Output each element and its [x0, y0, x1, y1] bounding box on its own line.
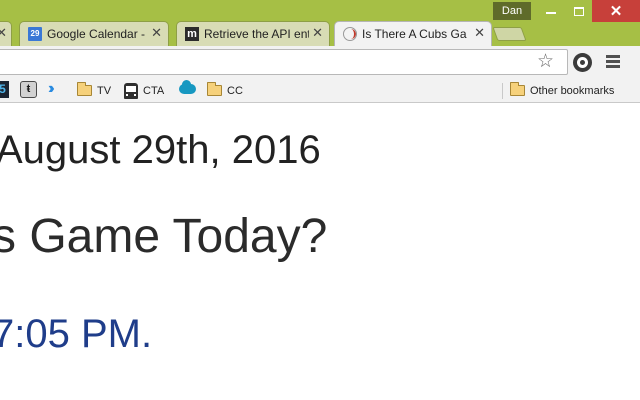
bookmark-label: TV — [97, 84, 112, 97]
page-content: August 29th, 2016 s Game Today? 7:05 PM. — [0, 104, 640, 400]
calendar-icon: 29 — [28, 27, 42, 41]
close-window-button[interactable]: ✕ — [592, 0, 640, 22]
tab-close-icon[interactable]: ✕ — [312, 26, 323, 40]
profile-button[interactable]: Dan — [493, 2, 531, 20]
m-logo-icon: m — [185, 27, 199, 41]
tab-title: Retrieve the API ent — [204, 27, 309, 41]
tab-title: Is There A Cubs Gar — [362, 27, 467, 41]
bus-icon — [124, 82, 138, 99]
minimize-icon — [546, 12, 556, 14]
tab-cubs-game[interactable]: Is There A Cubs Gar ✕ — [334, 21, 492, 46]
maximize-button[interactable] — [566, 0, 592, 22]
bookmark-label: CTA — [143, 84, 165, 97]
address-bar[interactable]: ☆ — [0, 49, 568, 75]
bookmark-cta[interactable]: CTA — [124, 82, 164, 99]
chevrons-icon[interactable]: ›› — [48, 80, 54, 98]
star-icon[interactable]: ☆ — [537, 52, 554, 72]
tab-close-icon[interactable]: ✕ — [0, 26, 7, 40]
close-icon: ✕ — [609, 2, 623, 20]
baseball-icon — [343, 27, 357, 41]
menu-icon[interactable] — [606, 55, 620, 68]
app-icon[interactable]: 5 — [0, 81, 9, 98]
game-time: 7:05 PM. — [0, 312, 153, 356]
new-tab-button[interactable] — [492, 27, 527, 41]
page-question: s Game Today? — [0, 210, 328, 263]
bookmarks-separator — [502, 83, 503, 99]
tab-retrieve-api[interactable]: m Retrieve the API ent ✕ — [176, 21, 330, 46]
folder-icon — [77, 82, 92, 96]
folder-icon — [207, 82, 222, 96]
tab-partial[interactable]: ✕ — [0, 21, 12, 46]
title-bar: Dan ✕ ✕ 29 Google Calendar - W ✕ m Retri… — [0, 0, 640, 46]
tab-title: Google Calendar - W — [47, 27, 147, 41]
tab-google-calendar[interactable]: 29 Google Calendar - W ✕ — [19, 21, 169, 46]
bookmark-cc[interactable]: CC — [207, 82, 243, 99]
maximize-icon — [574, 6, 584, 16]
bookmark-label: CC — [227, 84, 243, 97]
folder-icon — [510, 82, 525, 96]
page-date: August 29th, 2016 — [0, 128, 321, 172]
bookmark-tv[interactable]: TV — [77, 82, 111, 99]
bookmark-label: Other bookmarks — [530, 84, 615, 97]
extension-icon[interactable] — [573, 53, 592, 72]
bag-icon[interactable]: ŧ — [20, 81, 37, 98]
cloud-icon[interactable] — [179, 80, 196, 94]
bookmark-other[interactable]: Other bookmarks — [510, 82, 614, 99]
minimize-button[interactable] — [536, 0, 566, 22]
tab-close-icon[interactable]: ✕ — [151, 26, 162, 40]
toolbar: ☆ — [0, 46, 640, 78]
tab-close-icon[interactable]: ✕ — [474, 26, 485, 40]
